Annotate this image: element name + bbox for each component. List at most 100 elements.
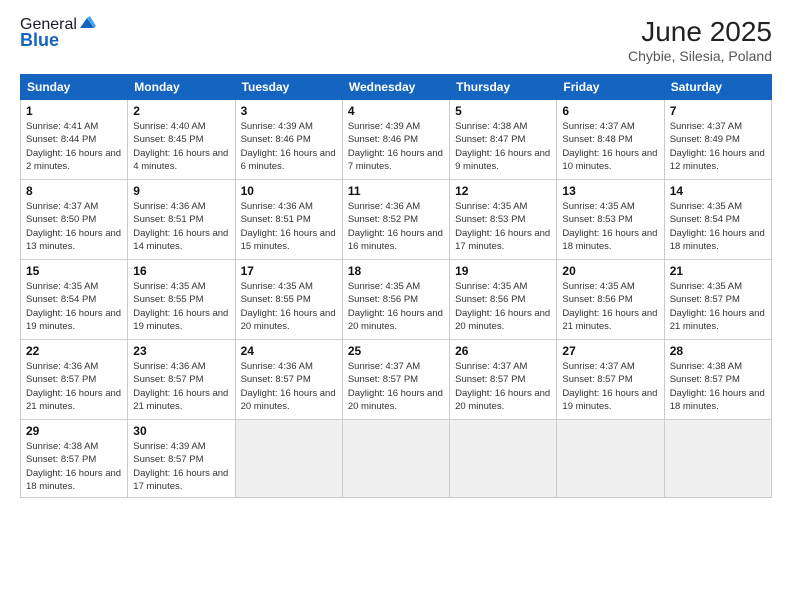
calendar-cell: 23 Sunrise: 4:36 AMSunset: 8:57 PMDayligh… bbox=[128, 340, 235, 420]
day-number: 28 bbox=[670, 344, 766, 358]
day-detail: Sunrise: 4:35 AMSunset: 8:53 PMDaylight:… bbox=[562, 200, 658, 253]
day-detail: Sunrise: 4:37 AMSunset: 8:49 PMDaylight:… bbox=[670, 120, 766, 173]
calendar-cell: 17Sunrise: 4:35 AMSunset: 8:55 PMDayligh… bbox=[235, 260, 342, 340]
calendar-cell: 12 Sunrise: 4:35 AMSunset: 8:53 PMDayligh… bbox=[450, 180, 557, 260]
day-of-week-header: Sunday bbox=[21, 75, 128, 100]
day-number: 9 bbox=[133, 184, 229, 198]
day-number: 14 bbox=[670, 184, 766, 198]
day-number: 1 bbox=[26, 104, 122, 118]
calendar-cell: 11 Sunrise: 4:36 AMSunset: 8:52 PMDayligh… bbox=[342, 180, 449, 260]
day-detail: Sunrise: 4:37 AMSunset: 8:57 PMDaylight:… bbox=[562, 360, 658, 413]
calendar-body: 1 Sunrise: 4:41 AMSunset: 8:44 PMDaylight… bbox=[21, 100, 772, 498]
day-detail: Sunrise: 4:36 AMSunset: 8:57 PMDaylight:… bbox=[133, 360, 229, 413]
calendar-cell: 29Sunrise: 4:38 AMSunset: 8:57 PMDayligh… bbox=[21, 420, 128, 498]
day-number: 6 bbox=[562, 104, 658, 118]
calendar-cell: 6 Sunrise: 4:37 AMSunset: 8:48 PMDaylight… bbox=[557, 100, 664, 180]
day-number: 8 bbox=[26, 184, 122, 198]
calendar-week-row: 1 Sunrise: 4:41 AMSunset: 8:44 PMDaylight… bbox=[21, 100, 772, 180]
day-of-week-header: Tuesday bbox=[235, 75, 342, 100]
calendar-cell: 18 Sunrise: 4:35 AMSunset: 8:56 PMDayligh… bbox=[342, 260, 449, 340]
day-of-week-header: Thursday bbox=[450, 75, 557, 100]
day-detail: Sunrise: 4:38 AMSunset: 8:47 PMDaylight:… bbox=[455, 120, 551, 173]
day-detail: Sunrise: 4:40 AMSunset: 8:45 PMDaylight:… bbox=[133, 120, 229, 173]
calendar-cell: 15 Sunrise: 4:35 AMSunset: 8:54 PMDayligh… bbox=[21, 260, 128, 340]
calendar-cell: 8 Sunrise: 4:37 AMSunset: 8:50 PMDaylight… bbox=[21, 180, 128, 260]
day-detail: Sunrise: 4:35 AMSunset: 8:55 PMDaylight:… bbox=[133, 280, 229, 333]
calendar-cell: 26 Sunrise: 4:37 AMSunset: 8:57 PMDayligh… bbox=[450, 340, 557, 420]
day-of-week-header: Monday bbox=[128, 75, 235, 100]
day-number: 18 bbox=[348, 264, 444, 278]
page: General Blue June 2025 Chybie, Silesia, … bbox=[0, 0, 792, 612]
calendar-cell: 9Sunrise: 4:36 AMSunset: 8:51 PMDaylight… bbox=[128, 180, 235, 260]
day-detail: Sunrise: 4:41 AMSunset: 8:44 PMDaylight:… bbox=[26, 120, 122, 173]
day-detail: Sunrise: 4:39 AMSunset: 8:57 PMDaylight:… bbox=[133, 440, 229, 493]
logo-icon bbox=[78, 14, 96, 32]
day-detail: Sunrise: 4:36 AMSunset: 8:57 PMDaylight:… bbox=[241, 360, 337, 413]
calendar-cell: 4 Sunrise: 4:39 AMSunset: 8:46 PMDaylight… bbox=[342, 100, 449, 180]
calendar-cell: 5 Sunrise: 4:38 AMSunset: 8:47 PMDaylight… bbox=[450, 100, 557, 180]
logo: General Blue bbox=[20, 16, 96, 51]
day-number: 23 bbox=[133, 344, 229, 358]
day-number: 5 bbox=[455, 104, 551, 118]
day-number: 19 bbox=[455, 264, 551, 278]
day-detail: Sunrise: 4:37 AMSunset: 8:50 PMDaylight:… bbox=[26, 200, 122, 253]
calendar-cell bbox=[557, 420, 664, 498]
day-number: 13 bbox=[562, 184, 658, 198]
day-detail: Sunrise: 4:37 AMSunset: 8:48 PMDaylight:… bbox=[562, 120, 658, 173]
day-detail: Sunrise: 4:36 AMSunset: 8:51 PMDaylight:… bbox=[241, 200, 337, 253]
day-detail: Sunrise: 4:37 AMSunset: 8:57 PMDaylight:… bbox=[455, 360, 551, 413]
day-number: 26 bbox=[455, 344, 551, 358]
day-number: 3 bbox=[241, 104, 337, 118]
calendar-cell bbox=[664, 420, 771, 498]
day-detail: Sunrise: 4:38 AMSunset: 8:57 PMDaylight:… bbox=[26, 440, 122, 493]
day-number: 10 bbox=[241, 184, 337, 198]
day-detail: Sunrise: 4:35 AMSunset: 8:53 PMDaylight:… bbox=[455, 200, 551, 253]
calendar-week-row: 15 Sunrise: 4:35 AMSunset: 8:54 PMDayligh… bbox=[21, 260, 772, 340]
calendar-cell: 30 Sunrise: 4:39 AMSunset: 8:57 PMDayligh… bbox=[128, 420, 235, 498]
calendar-cell: 28Sunrise: 4:38 AMSunset: 8:57 PMDayligh… bbox=[664, 340, 771, 420]
day-detail: Sunrise: 4:35 AMSunset: 8:56 PMDaylight:… bbox=[562, 280, 658, 333]
day-number: 2 bbox=[133, 104, 229, 118]
day-number: 12 bbox=[455, 184, 551, 198]
calendar-cell: 2 Sunrise: 4:40 AMSunset: 8:45 PMDaylight… bbox=[128, 100, 235, 180]
day-number: 25 bbox=[348, 344, 444, 358]
calendar-subtitle: Chybie, Silesia, Poland bbox=[628, 48, 772, 64]
day-number: 16 bbox=[133, 264, 229, 278]
day-number: 30 bbox=[133, 424, 229, 438]
day-of-week-header: Saturday bbox=[664, 75, 771, 100]
calendar-header-row: SundayMondayTuesdayWednesdayThursdayFrid… bbox=[21, 75, 772, 100]
day-detail: Sunrise: 4:35 AMSunset: 8:57 PMDaylight:… bbox=[670, 280, 766, 333]
calendar-cell: 21 Sunrise: 4:35 AMSunset: 8:57 PMDayligh… bbox=[664, 260, 771, 340]
header: General Blue June 2025 Chybie, Silesia, … bbox=[20, 16, 772, 64]
day-detail: Sunrise: 4:37 AMSunset: 8:57 PMDaylight:… bbox=[348, 360, 444, 413]
calendar-cell: 20 Sunrise: 4:35 AMSunset: 8:56 PMDayligh… bbox=[557, 260, 664, 340]
calendar-cell bbox=[450, 420, 557, 498]
day-detail: Sunrise: 4:35 AMSunset: 8:56 PMDaylight:… bbox=[455, 280, 551, 333]
calendar-cell bbox=[342, 420, 449, 498]
day-number: 21 bbox=[670, 264, 766, 278]
day-detail: Sunrise: 4:35 AMSunset: 8:55 PMDaylight:… bbox=[241, 280, 337, 333]
day-number: 4 bbox=[348, 104, 444, 118]
calendar-cell: 24 Sunrise: 4:36 AMSunset: 8:57 PMDayligh… bbox=[235, 340, 342, 420]
calendar-cell: 7Sunrise: 4:37 AMSunset: 8:49 PMDaylight… bbox=[664, 100, 771, 180]
calendar-title: June 2025 bbox=[628, 16, 772, 48]
day-number: 20 bbox=[562, 264, 658, 278]
day-detail: Sunrise: 4:35 AMSunset: 8:56 PMDaylight:… bbox=[348, 280, 444, 333]
day-of-week-header: Friday bbox=[557, 75, 664, 100]
calendar-cell bbox=[235, 420, 342, 498]
day-detail: Sunrise: 4:35 AMSunset: 8:54 PMDaylight:… bbox=[26, 280, 122, 333]
day-detail: Sunrise: 4:39 AMSunset: 8:46 PMDaylight:… bbox=[348, 120, 444, 173]
calendar-cell: 27 Sunrise: 4:37 AMSunset: 8:57 PMDayligh… bbox=[557, 340, 664, 420]
day-detail: Sunrise: 4:36 AMSunset: 8:52 PMDaylight:… bbox=[348, 200, 444, 253]
day-detail: Sunrise: 4:39 AMSunset: 8:46 PMDaylight:… bbox=[241, 120, 337, 173]
calendar-cell: 13 Sunrise: 4:35 AMSunset: 8:53 PMDayligh… bbox=[557, 180, 664, 260]
day-number: 27 bbox=[562, 344, 658, 358]
day-of-week-header: Wednesday bbox=[342, 75, 449, 100]
calendar-cell: 3 Sunrise: 4:39 AMSunset: 8:46 PMDaylight… bbox=[235, 100, 342, 180]
day-number: 24 bbox=[241, 344, 337, 358]
logo-blue-text: Blue bbox=[20, 30, 59, 51]
day-detail: Sunrise: 4:36 AMSunset: 8:57 PMDaylight:… bbox=[26, 360, 122, 413]
day-number: 11 bbox=[348, 184, 444, 198]
calendar-cell: 19 Sunrise: 4:35 AMSunset: 8:56 PMDayligh… bbox=[450, 260, 557, 340]
day-number: 15 bbox=[26, 264, 122, 278]
